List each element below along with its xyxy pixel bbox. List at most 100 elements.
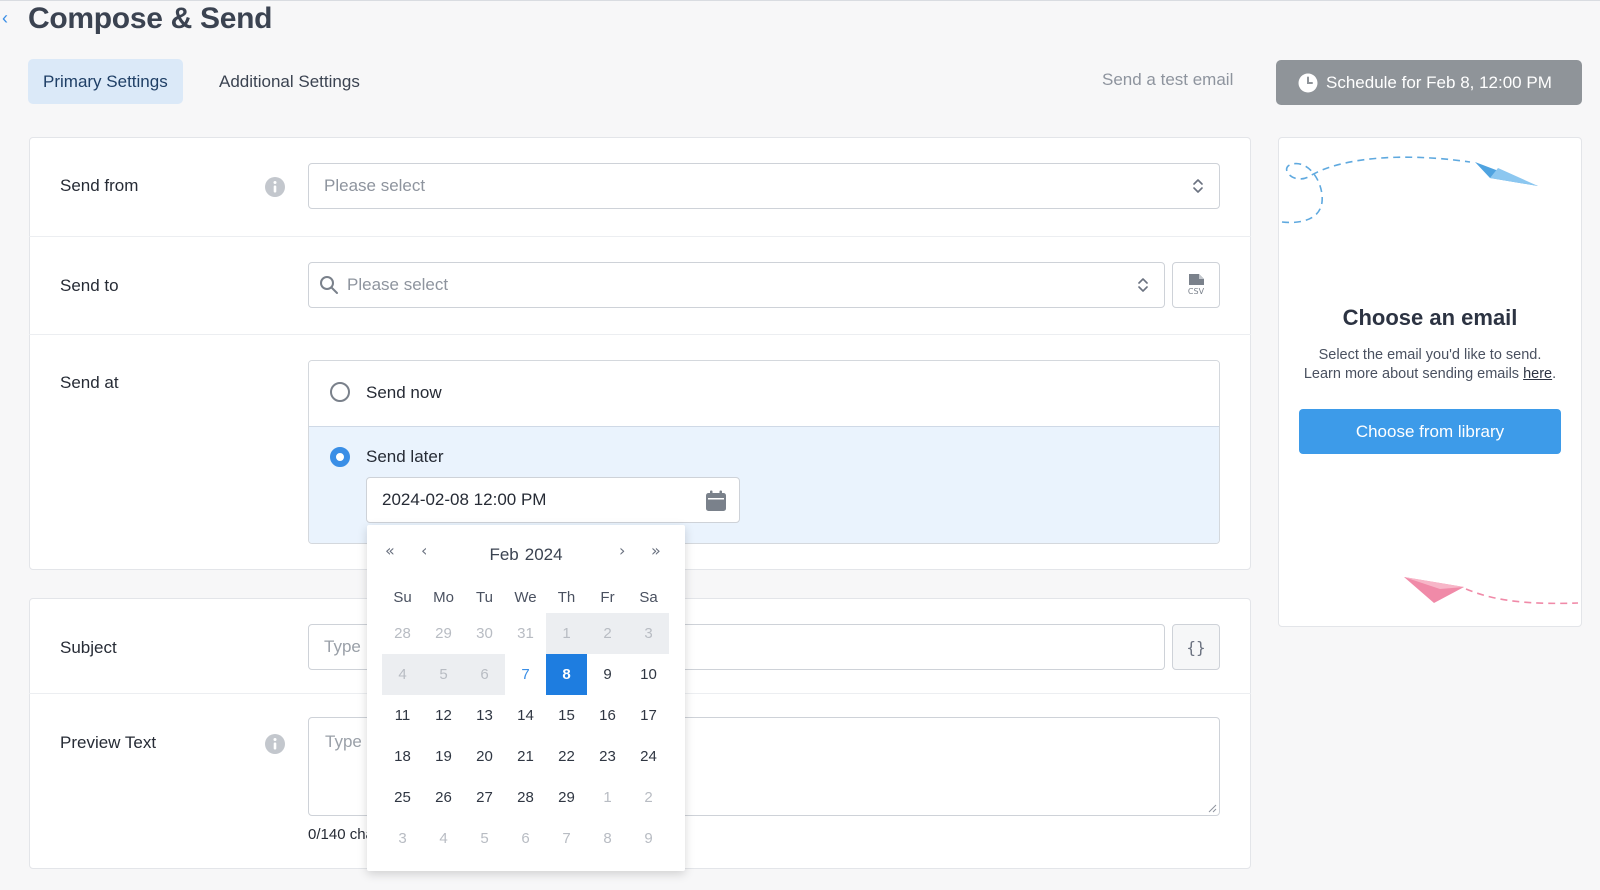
calendar-day: 6 bbox=[464, 654, 505, 695]
calendar-day[interactable]: 18 bbox=[382, 736, 423, 777]
side-panel-description-line2: Learn more about sending emails here. bbox=[1278, 365, 1582, 384]
calendar-day[interactable]: 22 bbox=[546, 736, 587, 777]
row-divider bbox=[29, 334, 1251, 335]
calendar-year[interactable]: 2024 bbox=[525, 545, 563, 564]
csv-file-icon: CSV bbox=[1188, 274, 1205, 296]
resize-grip-icon[interactable] bbox=[1207, 803, 1217, 813]
calendar-day[interactable]: 7 bbox=[546, 818, 587, 859]
calendar-day-selected[interactable]: 8 bbox=[546, 654, 587, 695]
calendar-month[interactable]: Feb bbox=[489, 545, 518, 564]
calendar-week: 11 12 13 14 15 16 17 bbox=[382, 695, 670, 736]
calendar-day[interactable]: 14 bbox=[505, 695, 546, 736]
calendar-day[interactable]: 21 bbox=[505, 736, 546, 777]
tab-primary-settings[interactable]: Primary Settings bbox=[28, 59, 183, 104]
side-panel-description-text: Learn more about sending emails bbox=[1303, 366, 1520, 382]
calendar-day[interactable]: 27 bbox=[464, 777, 505, 818]
send-later-label: Send later bbox=[366, 447, 444, 466]
calendar-day[interactable]: 17 bbox=[628, 695, 669, 736]
send-test-email-link[interactable]: Send a test email bbox=[1102, 70, 1233, 90]
calendar-day[interactable]: 26 bbox=[423, 777, 464, 818]
choose-from-library-button[interactable]: Choose from library bbox=[1299, 409, 1561, 454]
datetime-input[interactable]: 2024-02-08 12:00 PM bbox=[366, 477, 740, 523]
next-year-icon[interactable]: » bbox=[651, 541, 661, 560]
calendar-day: 28 bbox=[394, 625, 411, 642]
calendar-grid: Su Mo Tu We Th Fr Sa 28 29 30 31 1 2 3 4… bbox=[382, 583, 670, 859]
calendar-day[interactable]: 29 bbox=[546, 777, 587, 818]
calendar-day: 2 bbox=[587, 613, 628, 654]
calendar-day[interactable]: 23 bbox=[587, 736, 628, 777]
personalization-button[interactable]: {} bbox=[1172, 624, 1220, 670]
page-title: Compose & Send bbox=[28, 2, 273, 35]
calendar-header: « ‹ Feb 2024 › » bbox=[367, 525, 685, 581]
send-to-label: Send to bbox=[60, 276, 119, 295]
calendar-month-year[interactable]: Feb 2024 bbox=[367, 545, 685, 565]
calendar-day[interactable]: 1 bbox=[587, 777, 628, 818]
datetime-value: 2024-02-08 12:00 PM bbox=[382, 490, 547, 509]
calendar-week: 3 4 5 6 7 8 9 bbox=[382, 818, 670, 859]
send-from-placeholder: Please select bbox=[324, 176, 426, 195]
calendar-day[interactable]: 20 bbox=[464, 736, 505, 777]
calendar-day[interactable]: 19 bbox=[423, 736, 464, 777]
info-icon[interactable] bbox=[265, 734, 285, 754]
calendar-day: 31 bbox=[517, 625, 534, 642]
weekday: Sa bbox=[639, 589, 658, 606]
calendar-day[interactable]: 28 bbox=[505, 777, 546, 818]
here-link[interactable]: here bbox=[1523, 366, 1552, 382]
calendar-day: 29 bbox=[435, 625, 452, 642]
preview-text-placeholder: Type bbox=[325, 732, 362, 751]
calendar-day[interactable]: 9 bbox=[628, 818, 669, 859]
info-icon[interactable] bbox=[265, 177, 285, 197]
calendar-day[interactable]: 24 bbox=[628, 736, 669, 777]
calendar-day[interactable]: 4 bbox=[423, 818, 464, 859]
calendar-week: 28 29 30 31 1 2 3 bbox=[382, 613, 670, 654]
chevron-left-icon[interactable]: ‹ bbox=[2, 8, 8, 29]
calendar-day[interactable]: 12 bbox=[423, 695, 464, 736]
calendar-day: 5 bbox=[423, 654, 464, 695]
calendar-day[interactable]: 13 bbox=[464, 695, 505, 736]
calendar-day[interactable]: 2 bbox=[628, 777, 669, 818]
schedule-button[interactable]: Schedule for Feb 8, 12:00 PM bbox=[1276, 60, 1582, 105]
updown-chevron-icon bbox=[1138, 278, 1148, 292]
calendar-day[interactable]: 8 bbox=[587, 818, 628, 859]
calendar-day[interactable]: 11 bbox=[382, 695, 423, 736]
paper-plane-icon bbox=[1404, 577, 1579, 605]
clock-icon bbox=[1298, 73, 1318, 92]
row-divider bbox=[29, 236, 1251, 237]
char-count: 0/140 characters bbox=[308, 826, 368, 843]
calendar-day[interactable]: 6 bbox=[505, 818, 546, 859]
calendar-day[interactable]: 16 bbox=[587, 695, 628, 736]
subject-placeholder: Type bbox=[324, 637, 361, 656]
calendar-day[interactable]: 3 bbox=[382, 818, 423, 859]
subject-label: Subject bbox=[60, 638, 117, 657]
calendar-day[interactable]: 15 bbox=[546, 695, 587, 736]
calendar-day[interactable]: 5 bbox=[464, 818, 505, 859]
weekday-header: Su Mo Tu We Th Fr Sa bbox=[382, 583, 670, 613]
send-to-placeholder: Please select bbox=[347, 275, 449, 294]
send-to-select[interactable]: Please select bbox=[308, 262, 1165, 308]
search-icon bbox=[320, 276, 338, 294]
tab-additional-settings[interactable]: Additional Settings bbox=[204, 59, 375, 104]
weekday: Mo bbox=[433, 589, 454, 606]
csv-upload-button[interactable]: CSV bbox=[1172, 262, 1220, 308]
calendar-day[interactable]: 9 bbox=[587, 654, 628, 695]
date-picker-popover: « ‹ Feb 2024 › » Su Mo Tu We Th Fr Sa 28 … bbox=[367, 525, 685, 871]
calendar-day-today[interactable]: 7 bbox=[505, 654, 546, 695]
calendar-day: 4 bbox=[382, 654, 423, 695]
calendar-day[interactable]: 25 bbox=[382, 777, 423, 818]
send-now-option[interactable]: Send now bbox=[309, 361, 1219, 426]
send-later-radio[interactable] bbox=[330, 447, 350, 467]
send-now-radio[interactable] bbox=[330, 382, 350, 402]
send-from-label: Send from bbox=[60, 176, 139, 195]
weekday: We bbox=[514, 589, 537, 606]
calendar-icon[interactable] bbox=[705, 490, 727, 512]
next-month-icon[interactable]: › bbox=[619, 541, 625, 560]
top-border bbox=[0, 0, 1600, 1]
calendar-day[interactable]: 10 bbox=[628, 654, 669, 695]
updown-chevron-icon bbox=[1193, 179, 1203, 193]
side-panel-title: Choose an email bbox=[1342, 305, 1518, 330]
send-from-select[interactable]: Please select bbox=[308, 163, 1220, 209]
schedule-button-label: Schedule for Feb 8, 12:00 PM bbox=[1326, 72, 1552, 92]
paper-plane-icon bbox=[1281, 156, 1538, 224]
send-at-label: Send at bbox=[60, 373, 119, 392]
preview-text-label: Preview Text bbox=[60, 733, 157, 752]
